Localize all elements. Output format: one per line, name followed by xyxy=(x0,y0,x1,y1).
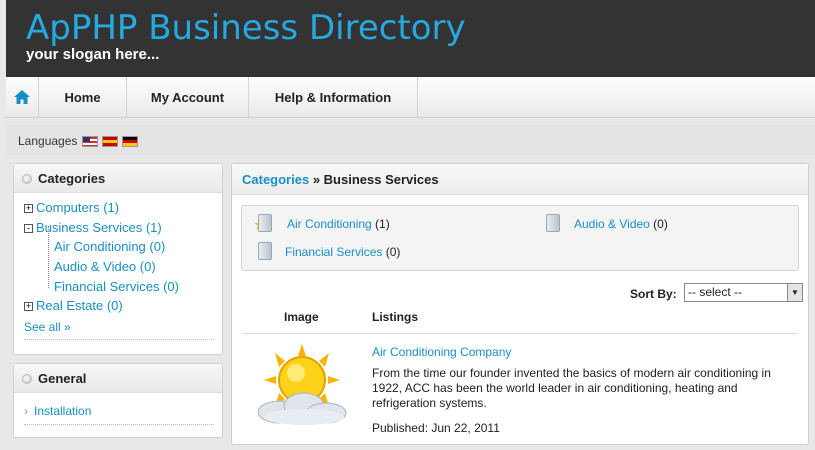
general-title: General xyxy=(38,371,87,386)
general-header: General xyxy=(14,364,222,393)
site-slogan: your slogan here... xyxy=(26,46,160,63)
tree-item-label[interactable]: Real Estate (0) xyxy=(36,298,123,313)
language-bar: Languages xyxy=(6,125,815,155)
subcat-count: (0) xyxy=(649,217,668,231)
es-flag-icon[interactable] xyxy=(102,136,118,147)
tree-item-label[interactable]: Computers (1) xyxy=(36,200,119,215)
chevron-down-icon[interactable]: ▼ xyxy=(787,284,802,301)
nav-item-help[interactable]: Help & Information xyxy=(249,77,418,117)
tree-item-audio-video[interactable]: Audio & Video (0) xyxy=(54,259,156,274)
nav-item-my-account[interactable]: My Account xyxy=(127,77,249,117)
categories-box: Categories + Computers (1) - Business Serv… xyxy=(13,163,223,355)
listing-title-link[interactable]: Air Conditioning Company xyxy=(372,345,511,359)
sort-select-value: -- select -- xyxy=(688,285,742,299)
us-flag-icon[interactable] xyxy=(82,136,98,147)
installation-link[interactable]: Installation xyxy=(34,404,91,418)
tree-item-business-services[interactable]: - Business Services (1) xyxy=(24,220,162,235)
subcategories-panel: ★ Air Conditioning (1) Audio & Video (0)… xyxy=(241,205,799,271)
folder-icon xyxy=(258,242,272,260)
tree-item-label[interactable]: Financial Services (0) xyxy=(54,279,179,294)
breadcrumb: Categories » Business Services xyxy=(242,172,439,187)
sort-select[interactable]: -- select -- ▼ xyxy=(684,283,803,302)
column-header-listings: Listings xyxy=(372,310,419,324)
see-all-link[interactable]: See all » xyxy=(24,320,71,334)
breadcrumb-current: Business Services xyxy=(323,172,439,187)
divider xyxy=(242,333,798,334)
subcat-financial-services: Financial Services (0) xyxy=(285,245,400,259)
divider xyxy=(24,424,214,425)
subcat-count: (0) xyxy=(382,245,401,259)
sort-by-label: Sort By: xyxy=(630,287,677,301)
subcat-count: (1) xyxy=(371,217,390,231)
bullet-icon xyxy=(22,374,32,384)
subcat-link[interactable]: Financial Services xyxy=(285,245,382,259)
bullet-icon xyxy=(22,174,32,184)
categories-header: Categories xyxy=(14,164,222,193)
collapse-icon[interactable]: - xyxy=(24,224,33,234)
tree-item-air-conditioning[interactable]: Air Conditioning (0) xyxy=(54,239,165,254)
folder-icon xyxy=(546,214,560,232)
site-header: ApPHP Business Directory your slogan her… xyxy=(6,0,815,77)
tree-item-label[interactable]: Business Services (1) xyxy=(36,220,162,235)
subcat-link[interactable]: Air Conditioning xyxy=(287,217,372,231)
nav-item-home[interactable]: Home xyxy=(39,77,127,117)
main-content: Categories » Business Services ★ Air Con… xyxy=(231,163,809,445)
categories-title: Categories xyxy=(38,171,106,186)
column-header-image: Image xyxy=(284,310,319,324)
languages-label: Languages xyxy=(18,134,78,148)
general-box: General › Installation xyxy=(13,363,223,438)
site-title[interactable]: ApPHP Business Directory xyxy=(26,8,466,48)
divider xyxy=(24,339,214,340)
tree-item-label[interactable]: Air Conditioning (0) xyxy=(54,239,165,254)
subcat-link[interactable]: Audio & Video xyxy=(574,217,650,231)
home-icon xyxy=(14,90,30,104)
expand-icon[interactable]: + xyxy=(24,204,33,214)
main-nav: Home My Account Help & Information xyxy=(6,77,815,118)
breadcrumb-separator: » xyxy=(309,172,324,187)
tree-item-computers[interactable]: + Computers (1) xyxy=(24,200,119,215)
general-item-installation[interactable]: › Installation xyxy=(24,404,91,418)
folder-icon xyxy=(258,214,272,232)
tree-item-financial-services[interactable]: Financial Services (0) xyxy=(54,279,179,294)
listing-published-date: Published: Jun 22, 2011 xyxy=(372,421,500,435)
subcat-audio-video: Audio & Video (0) xyxy=(574,217,668,231)
listing-description: From the time our founder invented the b… xyxy=(372,366,771,410)
nav-home-button[interactable] xyxy=(6,77,39,117)
expand-icon[interactable]: + xyxy=(24,302,33,312)
tree-line xyxy=(48,226,49,288)
de-flag-icon[interactable] xyxy=(122,136,138,147)
chevron-right-icon: › xyxy=(24,404,28,418)
tree-item-label[interactable]: Audio & Video (0) xyxy=(54,259,156,274)
subcat-air-conditioning: Air Conditioning (1) xyxy=(287,217,390,231)
breadcrumb-categories-link[interactable]: Categories xyxy=(242,172,309,187)
sun-cloud-icon[interactable] xyxy=(250,340,354,430)
tree-item-real-estate[interactable]: + Real Estate (0) xyxy=(24,298,123,313)
